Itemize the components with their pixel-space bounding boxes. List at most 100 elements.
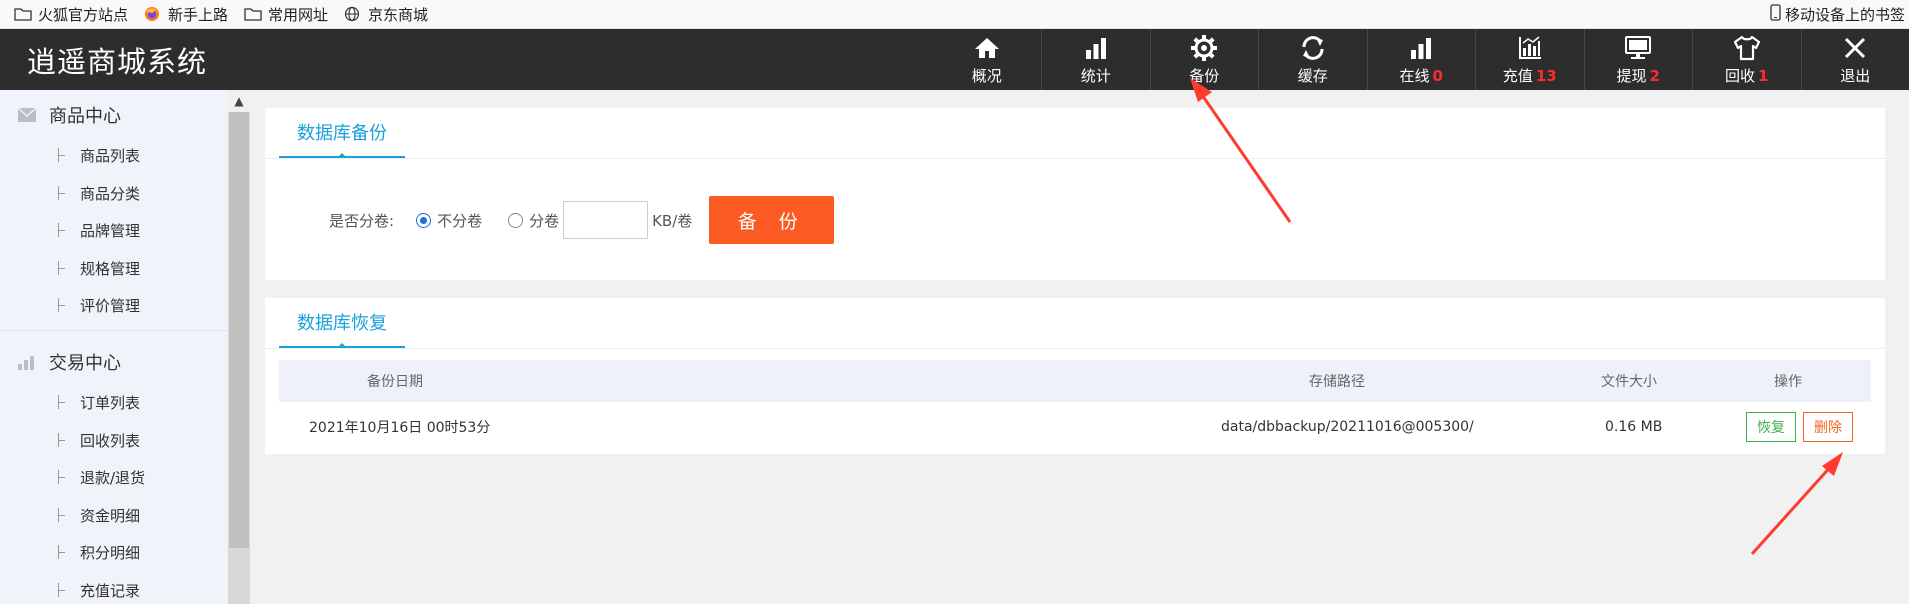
- nav-online[interactable]: 在线 0: [1366, 29, 1476, 90]
- nav-label: 备份: [1189, 66, 1220, 85]
- cell-file-size: 0.16 MB: [1605, 419, 1663, 435]
- sidebar-item-orders[interactable]: 订单列表: [58, 387, 140, 417]
- sidebar-item-label: 回收列表: [80, 431, 141, 450]
- recharge-count-badge: 13: [1535, 66, 1557, 85]
- online-chart-icon: [1406, 34, 1436, 62]
- withdraw-count-badge: 2: [1649, 66, 1660, 85]
- globe-icon: [344, 6, 362, 22]
- backup-panel: 数据库备份 是否分卷: 不分卷 分卷 KB/卷 备 份: [265, 108, 1885, 280]
- nav-cache[interactable]: 缓存: [1258, 29, 1367, 90]
- sidebar-item-points[interactable]: 积分明细: [58, 537, 140, 567]
- scroll-up-arrow[interactable]: ▲: [228, 90, 250, 112]
- nav-recycle[interactable]: 回收 1: [1692, 29, 1801, 90]
- sidebar-item-label: 资金明细: [80, 506, 141, 525]
- sidebar-item-label: 退款/退货: [80, 468, 146, 487]
- sidebar-item-label: 订单列表: [80, 393, 141, 412]
- sidebar-item-recharge-records[interactable]: 充值记录: [58, 575, 140, 604]
- radio-no-split-label: 不分卷: [437, 211, 483, 230]
- cell-actions: 恢复 删除: [1746, 402, 1853, 452]
- cell-storage-path: data/dbbackup/20211016@005300/: [1221, 419, 1474, 435]
- sidebar-item-review[interactable]: 评价管理: [58, 290, 140, 320]
- sidebar-group-title: 商品中心: [49, 106, 121, 127]
- monitor-icon: [1623, 34, 1653, 62]
- split-label: 是否分卷:: [329, 211, 395, 230]
- cell-backup-date: 2021年10月16日 00时53分: [309, 420, 491, 436]
- nav-statistics[interactable]: 统计: [1041, 29, 1150, 90]
- delete-button[interactable]: 删除: [1803, 412, 1853, 442]
- recycle-count-badge: 1: [1758, 66, 1769, 85]
- bookmark-label: 常用网址: [268, 5, 329, 24]
- online-count-badge: 0: [1432, 66, 1443, 85]
- panel-divider: [265, 348, 1885, 349]
- sidebar-group-trade[interactable]: 交易中心: [0, 342, 228, 382]
- radio-no-split[interactable]: 不分卷: [416, 210, 482, 231]
- sidebar-item-label: 评价管理: [80, 296, 141, 315]
- col-file-size: 文件大小: [1601, 374, 1657, 390]
- bookmarks-bar: 火狐官方站点 新手上路 常用网址 京东商城 移动设备上的书签: [0, 0, 1909, 29]
- restore-button[interactable]: 恢复: [1746, 412, 1796, 442]
- top-bar: 逍遥商城系统 概况 统计 备份 缓存 在线 0 充值 13 提现 2 回收 1 …: [0, 29, 1909, 90]
- nav-withdraw[interactable]: 提现 2: [1583, 29, 1693, 90]
- top-nav: 概况 统计 备份 缓存 在线 0 充值 13 提现 2 回收 1 退出: [933, 29, 1909, 90]
- sidebar-item-spec[interactable]: 规格管理: [58, 253, 140, 283]
- sidebar-item-label: 品牌管理: [80, 221, 141, 240]
- nav-logout[interactable]: 退出: [1800, 29, 1909, 90]
- table-row: 2021年10月16日 00时53分 data/dbbackup/2021101…: [279, 402, 1871, 452]
- radio-split-control[interactable]: [508, 212, 524, 228]
- nav-label: 缓存: [1297, 66, 1328, 85]
- sidebar-item-label: 积分明细: [80, 543, 141, 562]
- refresh-icon: [1298, 34, 1328, 62]
- sidebar-item-goods-category[interactable]: 商品分类: [58, 178, 140, 208]
- sidebar-item-label: 规格管理: [80, 259, 141, 278]
- tab-database-restore[interactable]: 数据库恢复: [279, 298, 405, 348]
- bookmark-label: 京东商城: [368, 5, 429, 24]
- nav-label: 退出: [1840, 66, 1871, 85]
- bookmark-getting-started[interactable]: 新手上路: [144, 4, 228, 25]
- mobile-icon: [1770, 4, 1781, 25]
- nav-label: 提现 2: [1616, 66, 1660, 85]
- sidebar-divider: [0, 330, 228, 331]
- backup-button[interactable]: 备 份: [709, 196, 835, 244]
- sidebar-group-goods[interactable]: 商品中心: [0, 95, 228, 135]
- sidebar-item-label: 商品列表: [80, 146, 141, 165]
- close-icon: [1840, 34, 1870, 62]
- bookmark-jd[interactable]: 京东商城: [344, 4, 428, 25]
- nav-label: 回收 1: [1725, 66, 1769, 85]
- sidebar-item-recycle-list[interactable]: 回收列表: [58, 425, 140, 455]
- mobile-bookmarks-label: 移动设备上的书签: [1784, 6, 1905, 24]
- nav-backup[interactable]: 备份: [1149, 29, 1259, 90]
- mobile-bookmarks[interactable]: 移动设备上的书签: [1770, 0, 1905, 29]
- brand-title: 逍遥商城系统: [27, 45, 208, 79]
- radio-no-split-control[interactable]: [416, 212, 432, 228]
- folder-icon: [244, 6, 262, 22]
- nav-overview[interactable]: 概况: [933, 29, 1042, 90]
- nav-recharge[interactable]: 充值 13: [1475, 29, 1584, 90]
- col-backup-date: 备份日期: [367, 374, 423, 390]
- nav-label: 充值 13: [1502, 66, 1557, 85]
- sidebar-item-funds[interactable]: 资金明细: [58, 500, 140, 530]
- bar-chart-icon: [17, 353, 37, 371]
- sidebar-item-label: 充值记录: [80, 581, 141, 600]
- annotation-arrow-delete: [1750, 452, 1843, 556]
- radio-split[interactable]: 分卷: [508, 210, 559, 231]
- col-storage-path: 存储路径: [1309, 374, 1365, 390]
- bar-chart-icon: [1081, 34, 1111, 62]
- nav-label: 概况: [971, 66, 1002, 85]
- panel-divider: [265, 158, 1885, 159]
- sidebar-item-brand[interactable]: 品牌管理: [58, 215, 140, 245]
- folder-icon: [14, 6, 32, 22]
- backup-form: 是否分卷: 不分卷 分卷 KB/卷 备 份: [329, 196, 835, 244]
- kb-per-volume-input[interactable]: [563, 201, 649, 239]
- col-actions: 操作: [1774, 374, 1802, 390]
- nav-label: 在线 0: [1399, 66, 1443, 85]
- scrollbar-thumb[interactable]: [229, 112, 249, 548]
- radio-split-label: 分卷: [529, 211, 560, 230]
- sidebar-item-goods-list[interactable]: 商品列表: [58, 140, 140, 170]
- home-icon: [972, 34, 1002, 62]
- sidebar-item-refund[interactable]: 退款/退货: [58, 462, 145, 492]
- bookmark-common-sites[interactable]: 常用网址: [244, 4, 328, 25]
- tab-database-backup[interactable]: 数据库备份: [279, 108, 405, 158]
- sidebar-group-title: 交易中心: [49, 353, 121, 374]
- bookmark-firefox-official[interactable]: 火狐官方站点: [14, 4, 128, 25]
- firefox-icon: [144, 6, 162, 22]
